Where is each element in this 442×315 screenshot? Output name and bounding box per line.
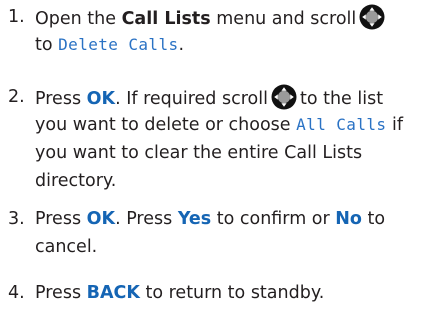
key-label: No <box>335 209 362 229</box>
step-3-line-1: Press OK. Press Yes to confirm or No to <box>35 209 386 229</box>
display-option: All Calls <box>296 115 387 134</box>
step-3-line-2: cancel. <box>35 237 98 257</box>
step-number: 4. <box>8 283 25 303</box>
key-label: Yes <box>177 209 212 229</box>
step-2-line-3: you want to clear the entire Call Lists <box>35 143 363 163</box>
navigation-key-icon <box>359 4 385 30</box>
key-label: OK <box>86 209 116 229</box>
step-1-line-2: to Delete Calls. <box>35 35 185 55</box>
step-2-line-1: Press OK. If required scroll to the list <box>35 84 383 112</box>
step-number: 1. <box>8 7 25 27</box>
menu-name: Call Lists <box>121 9 211 29</box>
step-4-line-1: Press BACK to return to standby. <box>35 283 325 303</box>
step-1-line-1: Open the Call Lists menu and scroll <box>35 4 388 32</box>
step-2-line-2: you want to delete or choose All Calls i… <box>35 115 404 135</box>
step-number: 3. <box>8 209 25 229</box>
key-label: OK <box>86 89 116 109</box>
step-2-line-4: directory. <box>35 171 117 191</box>
display-option: Delete Calls <box>58 35 179 54</box>
navigation-key-icon <box>271 84 297 110</box>
step-number: 2. <box>8 87 25 107</box>
instruction-steps: 1. Open the Call Lists menu and scroll t… <box>0 0 442 315</box>
key-label: BACK <box>86 283 140 303</box>
